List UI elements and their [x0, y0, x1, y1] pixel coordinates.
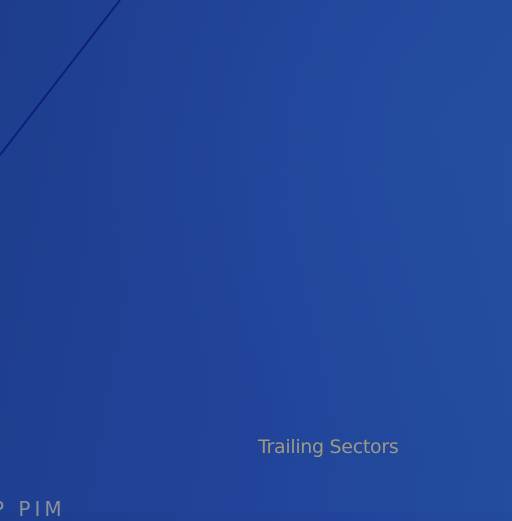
track-line	[0, 0, 121, 156]
trailing-sectors-label: Trailing Sectors	[258, 436, 399, 458]
bottom-cropped-text: P PIM	[0, 497, 66, 521]
